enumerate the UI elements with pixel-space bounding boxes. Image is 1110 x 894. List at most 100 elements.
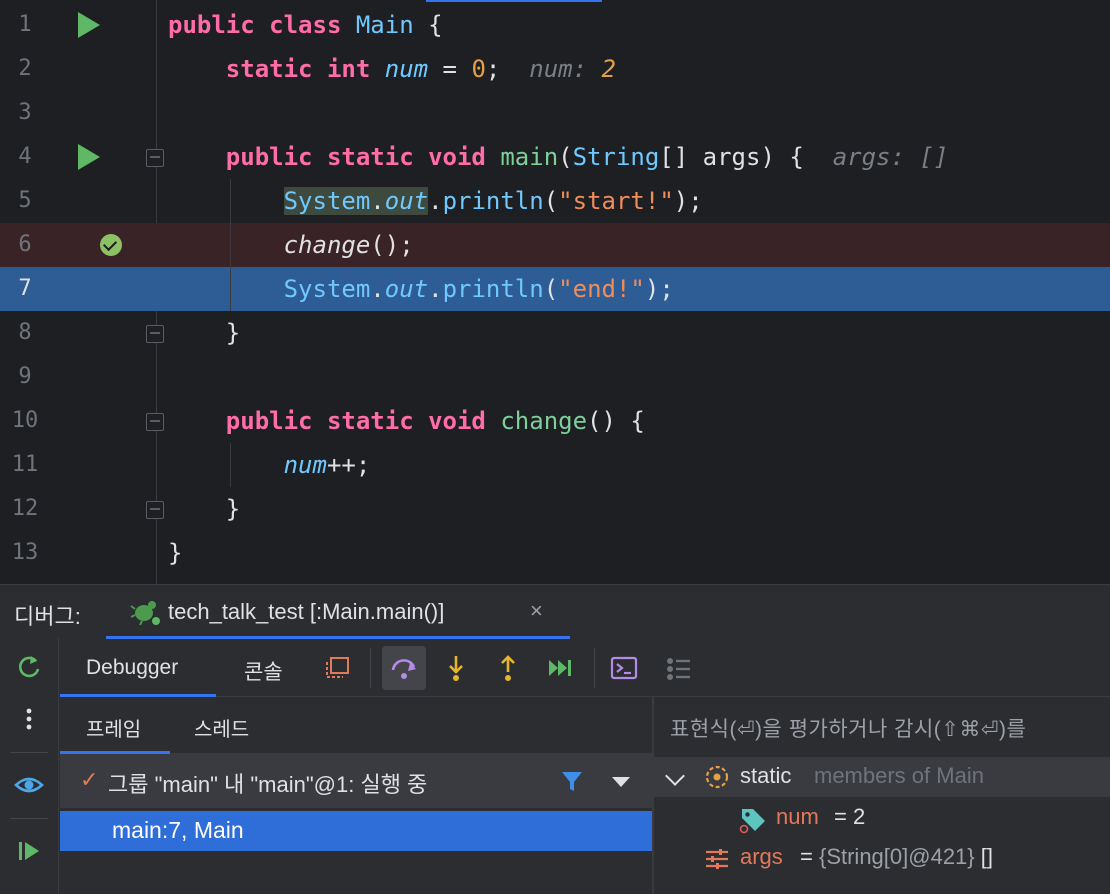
code-text: public static void change() {	[225, 407, 645, 435]
tab-console[interactable]: 콘솔	[244, 656, 283, 686]
static-description: members of Main	[814, 763, 984, 788]
debug-label: 디버그:	[14, 604, 81, 629]
line-number: 7	[18, 276, 32, 301]
chevron-down-icon[interactable]	[612, 777, 630, 787]
code-text: static int num = 0; num: 2	[225, 55, 616, 83]
inline-args-hint: args: []	[832, 143, 949, 171]
line-number: 9	[18, 364, 32, 389]
step-over-button[interactable]	[382, 646, 426, 690]
code-line-5[interactable]: 5 System.out.println("start!");	[0, 179, 1110, 223]
debug-side-toolbar	[0, 638, 59, 894]
editor-tab-indicator	[426, 0, 602, 2]
code-line-4[interactable]: 4 public static void main(String[] args)…	[0, 135, 1110, 179]
line-number: 12	[11, 496, 39, 521]
fold-icon[interactable]	[146, 325, 164, 343]
code-text: }	[168, 495, 241, 523]
breakpoint-icon[interactable]	[100, 234, 122, 256]
fold-icon[interactable]	[146, 413, 164, 431]
line-number: 3	[18, 100, 32, 125]
more-options-icon[interactable]	[14, 704, 44, 734]
indent-guide	[230, 179, 231, 311]
code-text: }	[168, 319, 241, 347]
code-line-9[interactable]: 9	[0, 355, 1110, 399]
code-text: System.out.println("start!");	[283, 187, 703, 215]
code-line-1[interactable]: 1 public class Main {	[0, 3, 1110, 47]
variable-value-group: = {String[0]@421} []	[800, 844, 993, 869]
debug-tool-window-header: 디버그: tech_talk_test [:Main.main()] ×	[0, 584, 1110, 639]
tab-debugger[interactable]: Debugger	[86, 656, 178, 680]
resume-icon[interactable]	[14, 836, 44, 866]
code-line-3[interactable]: 3	[0, 91, 1110, 135]
frames-panel: 프레임 스레드 ✓ 그룹 "main" 내 "main"@1: 실행 중 mai…	[60, 697, 652, 894]
view-breakpoints-icon[interactable]	[14, 770, 44, 800]
variable-value: {String[0]@421}	[818, 844, 975, 869]
rerun-icon[interactable]	[14, 652, 44, 682]
code-line-2[interactable]: 2 static int num = 0; num: 2	[0, 47, 1110, 91]
code-line-8[interactable]: 8 }	[0, 311, 1110, 355]
stack-frame-label: main:7, Main	[112, 817, 244, 843]
code-line-10[interactable]: 10 public static void change() {	[0, 399, 1110, 443]
check-icon: ✓	[80, 767, 99, 792]
close-icon[interactable]: ×	[530, 598, 543, 624]
line-number: 10	[11, 408, 39, 433]
indent-guide	[230, 443, 231, 487]
line-number: 2	[18, 56, 32, 81]
tab-frames[interactable]: 프레임	[86, 713, 141, 742]
toolbar-separator	[10, 752, 48, 753]
evaluate-expression-input[interactable]: 표현식(⏎)을 평가하거나 감시(⇧⌘⏎)를	[670, 713, 1026, 743]
code-text: num++;	[283, 451, 371, 479]
static-members-row[interactable]: static members of Main	[654, 757, 1110, 797]
code-text: }	[168, 539, 183, 567]
toolbar-separator	[594, 648, 595, 688]
evaluate-expression-icon[interactable]	[608, 652, 640, 684]
inline-value-hint: num:	[529, 55, 602, 83]
code-text: change();	[283, 231, 414, 259]
debugger-toolbar: Debugger 콘솔	[60, 640, 1110, 697]
static-keyword: static	[740, 763, 792, 788]
step-over-icon	[391, 659, 416, 679]
stack-frame-row[interactable]: main:7, Main	[60, 811, 652, 851]
code-line-13[interactable]: 13 }	[0, 531, 1110, 575]
layout-icon[interactable]	[322, 652, 354, 684]
filter-icon[interactable]	[560, 769, 584, 793]
code-line-11[interactable]: 11 num++;	[0, 443, 1110, 487]
line-number: 11	[11, 452, 39, 477]
fold-icon[interactable]	[146, 149, 164, 167]
variables-panel: 표현식(⏎)을 평가하거나 감시(⇧⌘⏎)를 static members of…	[654, 697, 1110, 894]
threads-list-icon[interactable]	[662, 652, 694, 684]
variable-value: = 2	[834, 804, 866, 829]
toolbar-separator	[370, 648, 371, 688]
run-class-icon[interactable]	[78, 12, 100, 38]
static-members-icon	[705, 765, 729, 789]
thread-selector[interactable]: ✓ 그룹 "main" 내 "main"@1: 실행 중	[60, 754, 652, 808]
tab-underline	[106, 636, 570, 639]
debug-session-title: tech_talk_test [:Main.main()]	[168, 599, 445, 624]
step-into-icon[interactable]	[440, 652, 472, 684]
run-to-cursor-icon[interactable]	[544, 652, 576, 684]
line-number: 8	[18, 320, 32, 345]
run-main-icon[interactable]	[78, 144, 100, 170]
toolbar-separator	[10, 818, 48, 819]
variable-row-num[interactable]: num = 2	[654, 799, 1110, 839]
inline-value: 2	[601, 55, 616, 83]
line-number: 1	[18, 12, 32, 37]
code-line-6[interactable]: 6 change();	[0, 223, 1110, 267]
fold-icon[interactable]	[146, 501, 164, 519]
line-number: 5	[18, 188, 32, 213]
code-editor[interactable]: 1 public class Main { 2 static int num =…	[0, 0, 1110, 584]
variable-name: args	[740, 844, 783, 869]
debug-session-tab[interactable]: tech_talk_test [:Main.main()] ×	[106, 585, 570, 639]
variable-row-args[interactable]: args = {String[0]@421} []	[654, 839, 1110, 879]
code-text: public static void main(String[] args) {…	[225, 143, 949, 171]
thread-label: 그룹 "main" 내 "main"@1: 실행 중	[108, 772, 428, 797]
code-line-7-current[interactable]: 7 System.out.println("end!");	[0, 267, 1110, 311]
variable-extra: []	[980, 844, 993, 869]
chevron-down-icon[interactable]	[665, 766, 685, 786]
bug-icon	[130, 601, 160, 625]
tab-threads[interactable]: 스레드	[194, 713, 249, 742]
variable-name: num	[776, 804, 819, 829]
step-out-icon[interactable]	[492, 652, 524, 684]
code-line-12[interactable]: 12 }	[0, 487, 1110, 531]
frames-tabbar: 프레임 스레드	[60, 697, 652, 754]
line-number: 4	[18, 144, 32, 169]
